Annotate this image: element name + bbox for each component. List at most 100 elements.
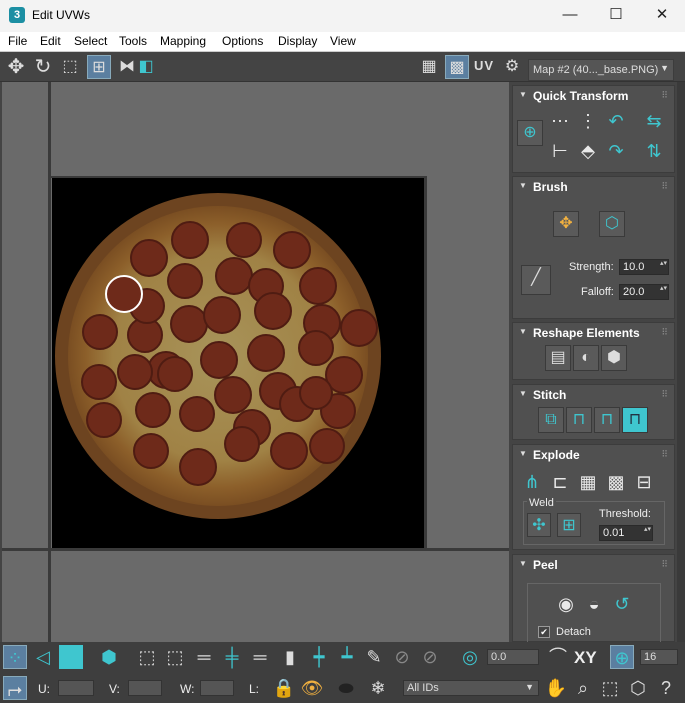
zoom-extents-icon[interactable]: ⬡ — [626, 676, 650, 700]
collapse-caret-icon[interactable]: ▼ — [519, 559, 527, 568]
align-vertical-icon[interactable]: ⋮ — [575, 108, 601, 134]
weld-target-icon[interactable]: ⊞ — [557, 513, 581, 537]
uv-editor-viewport[interactable] — [2, 82, 509, 642]
rollout-title[interactable]: Explode — [533, 448, 580, 462]
flip-icon[interactable]: ◧ — [134, 55, 158, 79]
flatten-by-smoothing-icon[interactable]: ▩ — [603, 469, 629, 495]
shrink-selection-icon[interactable]: ⬚ — [163, 645, 187, 669]
drag-grip-icon[interactable]: ⠿ — [661, 559, 668, 570]
falloff-type-icon[interactable]: ⌒ — [546, 645, 570, 669]
relax-icon[interactable]: ⬢ — [601, 345, 627, 371]
brush-relax-icon[interactable]: ⬡ — [599, 211, 625, 237]
scale-icon[interactable]: ⬚ — [58, 55, 82, 79]
strength-spinner[interactable]: 10.0 — [619, 259, 669, 275]
w-field[interactable] — [200, 680, 234, 696]
rollout-title[interactable]: Reshape Elements — [533, 326, 640, 340]
menu-mapping[interactable]: Mapping — [160, 34, 206, 48]
threshold-spinner[interactable]: 0.01 — [599, 525, 653, 541]
relax-until-flat-icon[interactable]: ◐ — [573, 345, 599, 371]
stitch-to-source-icon[interactable]: ⊓ — [622, 407, 648, 433]
rollout-title[interactable]: Quick Transform — [533, 89, 628, 103]
panel-scrollbar[interactable] — [677, 82, 685, 642]
minimize-button[interactable]: — — [547, 0, 593, 32]
detach-edge-icon[interactable]: ⊏ — [547, 469, 573, 495]
flatten-by-polygon-icon[interactable]: ▦ — [575, 469, 601, 495]
edge-select-icon[interactable]: ◁ — [31, 645, 55, 669]
maximize-button[interactable]: ☐ — [593, 0, 639, 32]
drag-grip-icon[interactable]: ⠿ — [661, 327, 668, 338]
menu-tools[interactable]: Tools — [119, 34, 147, 48]
rotate-cw-icon[interactable]: ↷ — [603, 138, 629, 164]
show-map-icon[interactable]: ▩ — [445, 55, 469, 79]
edge-loop-icon[interactable]: ═ — [192, 645, 216, 669]
hide-icon[interactable]: ⬬ — [334, 676, 358, 700]
vertex-select-icon[interactable]: ⁘ — [3, 645, 27, 669]
lock-icon[interactable]: 🔒 — [272, 676, 296, 700]
collapse-caret-icon[interactable]: ▼ — [519, 90, 527, 99]
move-icon[interactable]: ✥ — [4, 55, 28, 79]
menu-file[interactable]: File — [8, 34, 27, 48]
map-selector-dropdown[interactable]: Map #2 (40..._base.PNG) ▼ — [528, 59, 674, 81]
drag-grip-icon[interactable]: ⠿ — [661, 90, 668, 101]
select-inverted-icon[interactable]: ┿ — [307, 645, 331, 669]
collapse-caret-icon[interactable]: ▼ — [519, 327, 527, 336]
v-field[interactable] — [128, 680, 162, 696]
space-horizontal-icon[interactable]: ⇆ — [641, 108, 667, 134]
zoom-icon[interactable]: ⌕ — [571, 676, 595, 700]
weld-selected-icon[interactable]: ✣ — [527, 513, 551, 537]
align-center-icon[interactable]: ⊕ — [517, 120, 543, 146]
soft-select-icon[interactable]: ◎ — [458, 645, 482, 669]
menu-edit[interactable]: Edit — [40, 34, 61, 48]
flatten-by-material-icon[interactable]: ⊟ — [631, 469, 657, 495]
break-icon[interactable]: ⋔ — [519, 469, 545, 495]
rollout-title[interactable]: Brush — [533, 180, 568, 194]
xy-plane-label[interactable]: XY — [574, 648, 597, 668]
rotate-ccw-icon[interactable]: ↶ — [603, 108, 629, 134]
collapse-caret-icon[interactable]: ▼ — [519, 389, 527, 398]
absolute-offset-icon[interactable]: ⮣ — [3, 676, 27, 700]
rollout-title[interactable]: Stitch — [533, 388, 566, 402]
rollout-title[interactable]: Peel — [533, 558, 558, 572]
collapse-caret-icon[interactable]: ▼ — [519, 181, 527, 190]
checker-pattern-icon[interactable]: ▦ — [417, 55, 441, 79]
select-by-edge-icon[interactable]: ▮ — [278, 645, 302, 669]
menu-options[interactable]: Options — [222, 34, 263, 48]
falloff-spinner[interactable]: 20.0 — [619, 284, 669, 300]
paint-select-icon[interactable]: ✎ — [362, 645, 386, 669]
reset-peel-icon[interactable]: ↺ — [609, 591, 635, 617]
zoom-region-icon[interactable]: ⬚ — [598, 676, 622, 700]
brush-falloff-curve-icon[interactable]: ╱ — [521, 265, 551, 295]
freeform-icon[interactable]: ⊞ — [87, 55, 111, 79]
brush-move-icon[interactable]: ✥ — [553, 211, 579, 237]
straighten-selection-icon[interactable]: ▤ — [545, 345, 571, 371]
menu-display[interactable]: Display — [278, 34, 317, 48]
polygon-select-icon[interactable] — [59, 645, 83, 669]
paint-size-down-icon[interactable]: ⊘ — [418, 645, 442, 669]
paint-size-up-icon[interactable]: ⊘ — [390, 645, 414, 669]
element-select-icon[interactable]: ⬢ — [97, 645, 121, 669]
peel-mode-icon[interactable]: ◒ — [581, 591, 607, 617]
edge-ring-icon[interactable]: ╪ — [220, 645, 244, 669]
drag-grip-icon[interactable]: ⠿ — [661, 449, 668, 460]
u-field[interactable] — [58, 680, 94, 696]
texture-map-area[interactable] — [52, 178, 424, 548]
quick-peel-icon[interactable]: ◉ — [553, 591, 579, 617]
pan-icon[interactable]: ✋ — [544, 676, 568, 700]
align-horizontal-icon[interactable]: ⋯ — [547, 108, 573, 134]
stitch-to-average-icon[interactable]: ⊓ — [594, 407, 620, 433]
snap-grid-icon[interactable]: ⊕ — [610, 645, 634, 669]
grid-size-field[interactable]: 16 — [640, 649, 678, 665]
rotate-icon[interactable]: ↻ — [31, 55, 55, 79]
help-icon[interactable]: ? — [654, 676, 678, 700]
grow-selection-icon[interactable]: ⬚ — [135, 645, 159, 669]
detach-checkbox[interactable]: ✔ — [538, 626, 550, 638]
stitch-to-target-icon[interactable]: ⊓ — [566, 407, 592, 433]
show-hidden-icon[interactable]: 👁 — [300, 676, 324, 700]
collapse-caret-icon[interactable]: ▼ — [519, 449, 527, 458]
material-id-dropdown[interactable]: All IDs ▼ — [403, 680, 539, 696]
edge-select-all-icon[interactable]: ═ — [248, 645, 272, 669]
select-overlapping-icon[interactable]: ┷ — [335, 645, 359, 669]
drag-grip-icon[interactable]: ⠿ — [661, 389, 668, 400]
close-button[interactable]: ✕ — [639, 0, 685, 32]
straighten-icon[interactable]: ⬘ — [575, 138, 601, 164]
